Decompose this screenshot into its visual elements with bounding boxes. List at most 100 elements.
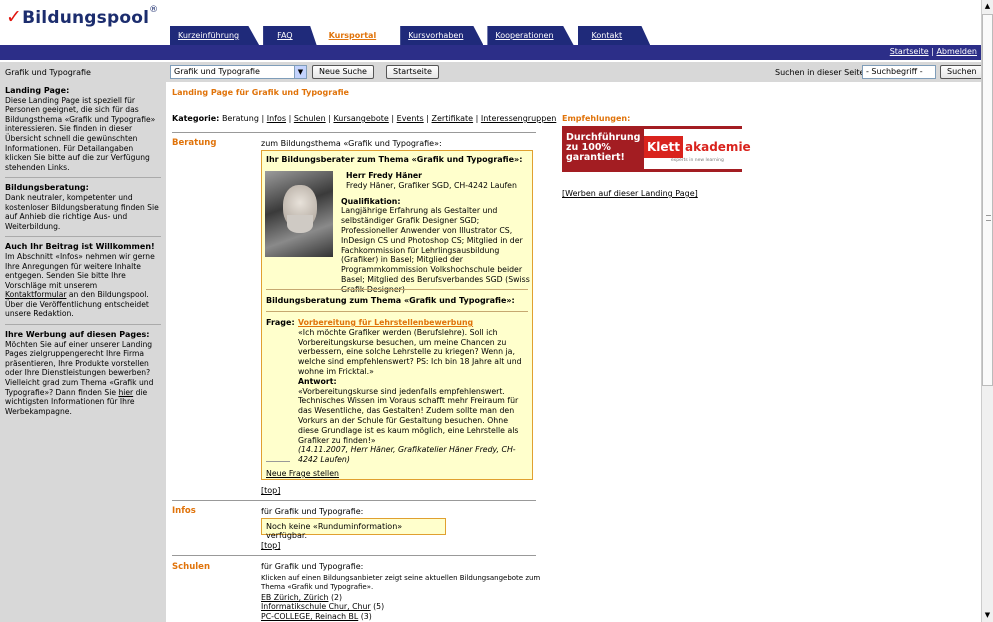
ad-text: Durchführung zu 100% garantiert! bbox=[566, 132, 641, 163]
search-button[interactable]: Suchen bbox=[940, 65, 981, 79]
sidebar-title: Ihre Werbung auf diesen Pages: bbox=[5, 330, 150, 340]
school-link[interactable]: EB Zürich, Zürich bbox=[261, 593, 328, 602]
qualification-text: Langjährige Erfahrung als Gestalter und … bbox=[341, 206, 530, 293]
top-link[interactable]: [top] bbox=[261, 486, 280, 495]
page-title: Landing Page für Grafik und Typografie bbox=[172, 88, 349, 97]
vertical-scrollbar[interactable]: ▲ ▼ bbox=[981, 0, 993, 622]
frage-text: «Ich möchte Grafiker werden (Berufslehre… bbox=[298, 327, 522, 376]
sidebar-text: Im Abschnitt «Infos» nehmen wir gerne Ih… bbox=[5, 251, 155, 319]
advisor-photo bbox=[265, 171, 333, 257]
antwort-text: «Vorbereitungskurse sind jedenfalls empf… bbox=[298, 386, 519, 445]
beratung-thema-title: Bildungsberatung zum Thema «Grafik und T… bbox=[266, 296, 515, 305]
empfehlungen-title: Empfehlungen: bbox=[562, 114, 631, 123]
sidebar-block-werbung: Ihre Werbung auf diesen Pages: Möchten S… bbox=[5, 330, 161, 421]
list-item: EB Zürich, Zürich (2) bbox=[261, 593, 343, 603]
school-link[interactable]: PC-COLLEGE, Reinach BL bbox=[261, 612, 358, 621]
sidebar-block-beratung: Bildungsberatung: Dank neutraler, kompet… bbox=[5, 183, 161, 238]
search-input[interactable]: - Suchbegriff - bbox=[862, 65, 936, 79]
infos-box: Noch keine «Rundum­information» verfügba… bbox=[261, 518, 446, 540]
sidebar-block-landing: Landing Page: Diese Landing Page ist spe… bbox=[5, 86, 161, 179]
tab-kontakt[interactable]: Kontakt bbox=[577, 26, 651, 45]
logo[interactable]: ✓Bildungspool® bbox=[6, 5, 158, 28]
logo-text: Bildungspool bbox=[22, 8, 150, 28]
sidebar-block-beitrag: Auch Ihr Beitrag ist Willkommen! Im Absc… bbox=[5, 242, 161, 326]
advisor-company: Fredy Häner, Grafiker SGD, CH-4242 Laufe… bbox=[346, 180, 517, 190]
tab-kursvorhaben[interactable]: Kursvorhaben bbox=[400, 26, 484, 45]
kategorie-link-infos[interactable]: Infos bbox=[267, 114, 286, 123]
kategorie-nav: Kategorie: Beratung | Infos | Schulen | … bbox=[172, 114, 557, 123]
kategorie-link-kursangebote[interactable]: Kursangebote bbox=[333, 114, 388, 123]
kategorie-link-schulen[interactable]: Schulen bbox=[294, 114, 326, 123]
main-nav-tabs: Kurzeinführung FAQ Kursportal Kursvorhab… bbox=[170, 26, 651, 45]
search-bar: Grafik und Typografie Grafik und Typogra… bbox=[0, 62, 981, 82]
qualification-label: Qualifikation: bbox=[341, 196, 401, 206]
box-divider bbox=[266, 289, 528, 290]
category-select-value: Grafik und Typografie bbox=[174, 67, 260, 76]
antwort-signature: (14.11.2007, Herr Häner, Grafikatelier H… bbox=[298, 445, 516, 465]
startseite-link[interactable]: Startseite bbox=[890, 47, 929, 56]
frage-title-link[interactable]: Vorbereitung für Lehrstellenbewerbung bbox=[298, 318, 530, 328]
berater-box-title: Ihr Bildungsberater zum Thema «Grafik un… bbox=[266, 155, 523, 164]
category-label: Grafik und Typografie bbox=[5, 68, 91, 77]
kategorie-current: Beratung bbox=[221, 114, 259, 123]
sidebar-text: Dank neutraler, kompetenter und kostenlo… bbox=[5, 192, 159, 231]
ad-brand-sub: experts in new learning bbox=[670, 157, 724, 163]
berater-box: Ihr Bildungsberater zum Thema «Grafik un… bbox=[261, 150, 533, 480]
sidebar-title: Landing Page: bbox=[5, 86, 70, 95]
page: ✓Bildungspool® Kurzeinführung FAQ Kurspo… bbox=[0, 0, 981, 622]
ad-brand-klett: Klett bbox=[644, 135, 684, 158]
main-content: Landing Page für Grafik und Typografie K… bbox=[172, 88, 980, 621]
schulen-intro: Klicken auf einen Bildungsanbieter zeigt… bbox=[261, 574, 541, 591]
list-item: PC-COLLEGE, Reinach BL (3) bbox=[261, 611, 372, 621]
category-select[interactable]: Grafik und Typografie ▼ bbox=[170, 65, 307, 79]
sidebar: Landing Page: Diese Landing Page ist spe… bbox=[0, 82, 166, 622]
chevron-down-icon[interactable]: ▼ bbox=[294, 66, 306, 78]
new-search-button[interactable]: Neue Suche bbox=[312, 65, 374, 79]
section-label-schulen: Schulen bbox=[172, 562, 210, 572]
frage-body: Vorbereitung für Lehrstellenbewerbung «I… bbox=[298, 318, 530, 465]
werbung-hier-link[interactable]: hier bbox=[118, 388, 133, 397]
neue-frage-link[interactable]: Neue Frage stellen bbox=[266, 469, 339, 479]
infos-desc: für Grafik und Typografie: bbox=[261, 507, 364, 516]
schulen-desc: für Grafik und Typografie: bbox=[261, 562, 364, 571]
short-divider bbox=[266, 461, 290, 462]
scroll-up-icon[interactable]: ▲ bbox=[982, 1, 993, 12]
frage-label: Frage: bbox=[266, 318, 295, 327]
kategorie-link-interessengruppen[interactable]: Interessengruppen bbox=[481, 114, 556, 123]
top-link[interactable]: [top] bbox=[261, 541, 280, 550]
advisor-name: Herr Fredy Häner bbox=[346, 171, 423, 180]
tab-kursportal[interactable]: Kursportal bbox=[320, 26, 397, 45]
kategorie-label: Kategorie: bbox=[172, 114, 220, 123]
abmelden-link[interactable]: Abmelden bbox=[936, 47, 977, 56]
tab-kurzeinfuehrung[interactable]: Kurzeinführung bbox=[170, 26, 260, 45]
klett-akademie-ad[interactable]: Durchführung zu 100% garantiert! Klett ak… bbox=[562, 126, 751, 172]
header: ✓Bildungspool® Kurzeinführung FAQ Kurspo… bbox=[0, 0, 981, 45]
schulen-list: Klicken auf einen Bildungsanbieter zeigt… bbox=[261, 574, 561, 621]
kategorie-link-events[interactable]: Events bbox=[397, 114, 424, 123]
section-label-beratung: Beratung bbox=[172, 138, 217, 148]
ad-logo: Klett akademie experts in new learning bbox=[644, 129, 751, 169]
tab-kooperationen[interactable]: Kooperationen bbox=[487, 26, 574, 45]
nav-strip bbox=[0, 45, 981, 60]
section-label-infos: Infos bbox=[172, 506, 196, 516]
kategorie-link-zertifikate[interactable]: Zertifikate bbox=[432, 114, 474, 123]
sidebar-text: Diese Landing Page ist speziell für Pers… bbox=[5, 95, 156, 172]
section-divider bbox=[172, 500, 536, 501]
startseite-button[interactable]: Startseite bbox=[386, 65, 439, 79]
kontaktformular-link[interactable]: Kontaktformular bbox=[5, 290, 66, 299]
antwort-label: Antwort: bbox=[298, 376, 337, 386]
ad-brand-akademie: akademie bbox=[685, 139, 751, 154]
section-divider bbox=[172, 555, 536, 556]
sidebar-text: Möchten Sie auf einer unserer Landing Pa… bbox=[5, 339, 154, 416]
school-link[interactable]: Informatikschule Chur, Chur bbox=[261, 602, 371, 611]
werben-link[interactable]: [Werben auf dieser Landing Page] bbox=[562, 189, 698, 198]
tab-faq[interactable]: FAQ bbox=[263, 26, 317, 45]
scrollbar-thumb[interactable] bbox=[982, 14, 993, 386]
box-divider bbox=[266, 311, 528, 312]
link-separator: | bbox=[931, 47, 934, 56]
beratung-desc: zum Bildungsthema «Grafik und Typografie… bbox=[261, 139, 442, 148]
logo-check-icon: ✓ bbox=[6, 6, 23, 28]
section-divider bbox=[172, 132, 536, 133]
sidebar-title: Bildungsberatung: bbox=[5, 183, 89, 193]
scroll-down-icon[interactable]: ▼ bbox=[982, 610, 993, 621]
